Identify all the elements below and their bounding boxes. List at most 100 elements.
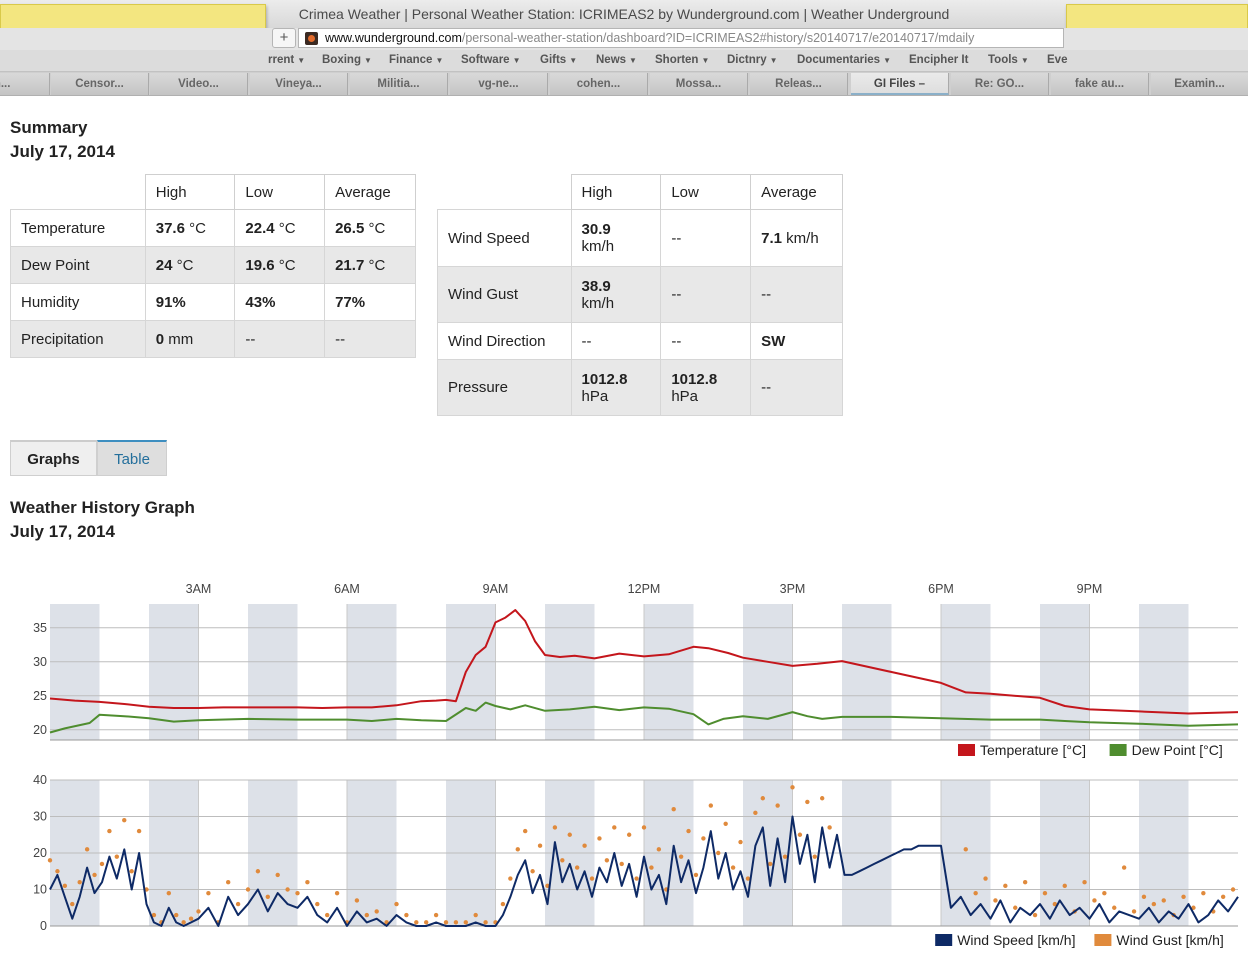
table-row: Precipitation 0 mm -- -- [10, 320, 416, 358]
chevron-down-icon: ▼ [569, 56, 578, 65]
value-average: -- [750, 359, 843, 416]
add-bookmark-button[interactable]: + [272, 28, 296, 48]
bookmark-finance[interactable]: Finance ▼ [389, 54, 443, 66]
value-average: 21.7 °C [324, 246, 416, 284]
bookmark-news[interactable]: News ▼ [596, 54, 637, 66]
wind-gust-point [589, 876, 595, 881]
value-average: 26.5 °C [324, 209, 416, 247]
browser-tab[interactable]: Video... [150, 73, 248, 95]
bookmark-label: Eve [1047, 54, 1068, 66]
wind-gust-point [463, 920, 468, 925]
header-average: Average [750, 174, 843, 210]
wind-gust-point [634, 876, 639, 881]
header-high: High [144, 174, 236, 210]
wind-gust-point [708, 803, 714, 808]
wind-gust-point [1003, 883, 1008, 889]
bookmark-tools[interactable]: Tools ▼ [988, 54, 1029, 66]
wind-gust-point [716, 850, 721, 856]
value-high: 38.9 km/h [570, 266, 662, 323]
table-row: Humidity 91% 43% 77% [10, 283, 416, 321]
chevron-down-icon: ▼ [883, 56, 892, 65]
bookmark-encipher-it[interactable]: Encipher It [909, 54, 968, 66]
y-tick-label: 10 [33, 883, 47, 897]
x-tick-label: 6AM [334, 582, 360, 596]
wind-gust-point [693, 872, 699, 878]
wind-gust-point [99, 861, 105, 867]
wind-gust-point [768, 861, 773, 867]
wind-gust-point [92, 872, 97, 878]
wind-gust-point [701, 836, 706, 841]
browser-tabs: m... Censor... Video... Vineya... Militi… [0, 72, 1248, 96]
value-low: 19.6 °C [234, 246, 326, 284]
wind-gust-point [1161, 898, 1166, 903]
wind-gust-point [1112, 905, 1117, 910]
wind-gust-point [812, 854, 817, 859]
wind-gust-point [508, 876, 513, 881]
table-row: Wind Gust 38.9 km/h -- -- [437, 266, 843, 323]
x-tick-label: 9AM [483, 582, 509, 596]
table-row: Wind Speed 30.9 km/h -- 7.1 km/h [437, 209, 843, 267]
wind-gust-point [523, 828, 528, 834]
bookmark-gifts[interactable]: Gifts ▼ [540, 54, 577, 66]
browser-tab[interactable]: Re: GO... [951, 73, 1049, 95]
wind-gust-point [84, 847, 90, 852]
wind-gust-point [567, 832, 572, 837]
browser-tab-active[interactable]: GI Files – [851, 73, 949, 95]
address-bar[interactable]: www.wunderground.com/personal-weather-st… [298, 28, 1064, 48]
bookmark-boxing[interactable]: Boxing ▼ [322, 54, 372, 66]
bookmark-dictnry[interactable]: Dictnry ▼ [727, 54, 778, 66]
wind-gust-point [107, 828, 112, 834]
browser-tab[interactable]: vg-ne... [450, 73, 548, 95]
y-tick-label: 35 [33, 621, 47, 635]
wind-gust-point [404, 912, 409, 918]
value-low: -- [660, 322, 752, 360]
browser-tab[interactable]: cohen... [550, 73, 648, 95]
bookmark-label: Encipher It [909, 54, 969, 66]
browser-tab[interactable]: Censor... [51, 73, 149, 95]
wind-gust-point [122, 817, 127, 823]
value-low: -- [660, 209, 752, 267]
y-tick-label: 20 [33, 846, 47, 860]
tab-table[interactable]: Table [97, 440, 167, 476]
wind-gust-point [560, 858, 565, 863]
browser-tab[interactable]: fake au... [1051, 73, 1149, 95]
wind-gust-point [374, 909, 379, 914]
value-high: 24 °C [144, 246, 236, 284]
tab-graphs[interactable]: Graphs [10, 440, 97, 476]
bookmark-software[interactable]: Software ▼ [461, 54, 521, 66]
header-high: High [570, 174, 662, 210]
summary-table-left: High Low Average Temperature 37.6 °C 22.… [10, 174, 416, 358]
wind-gust-point [805, 799, 810, 805]
wind-gust-point [62, 883, 68, 889]
wind-gust-point [196, 909, 201, 914]
browser-tab[interactable]: Militia... [350, 73, 448, 95]
wind-gust-point [1022, 880, 1028, 885]
browser-tab[interactable]: Vineya... [250, 73, 348, 95]
bookmark-shorten[interactable]: Shorten ▼ [655, 54, 709, 66]
bookmark-eve[interactable]: Eve [1047, 54, 1067, 66]
wind-gust-point [275, 872, 280, 878]
x-tick-label: 3AM [186, 582, 212, 596]
hour-band [644, 604, 694, 740]
browser-tab[interactable]: Mossa... [650, 73, 748, 95]
y-tick-label: 20 [33, 723, 47, 737]
wind-gust-point [255, 869, 261, 874]
bookmark-label: Shorten [655, 54, 699, 66]
wind-gust-point [1032, 912, 1038, 918]
table-row: Wind Direction -- -- SW [437, 322, 843, 360]
wind-gust-point [1201, 890, 1206, 896]
value-high: 91% [144, 283, 236, 321]
value-high: 0 mm [144, 320, 236, 358]
hour-band [1139, 604, 1189, 740]
browser-tab[interactable]: m... [0, 73, 50, 95]
chevron-down-icon: ▼ [701, 56, 710, 65]
wind-gust-point [775, 803, 780, 808]
wind-gust-point [414, 920, 419, 925]
x-tick-label: 6PM [928, 582, 954, 596]
browser-tab[interactable]: Releas... [750, 73, 848, 95]
bookmark-documentaries[interactable]: Documentaries ▼ [797, 54, 891, 66]
bookmark-rrent[interactable]: rrent ▼ [268, 54, 305, 66]
site-favicon-icon [305, 32, 318, 45]
browser-tab[interactable]: Examin... [1151, 73, 1248, 95]
wind-gust-point [671, 807, 676, 812]
